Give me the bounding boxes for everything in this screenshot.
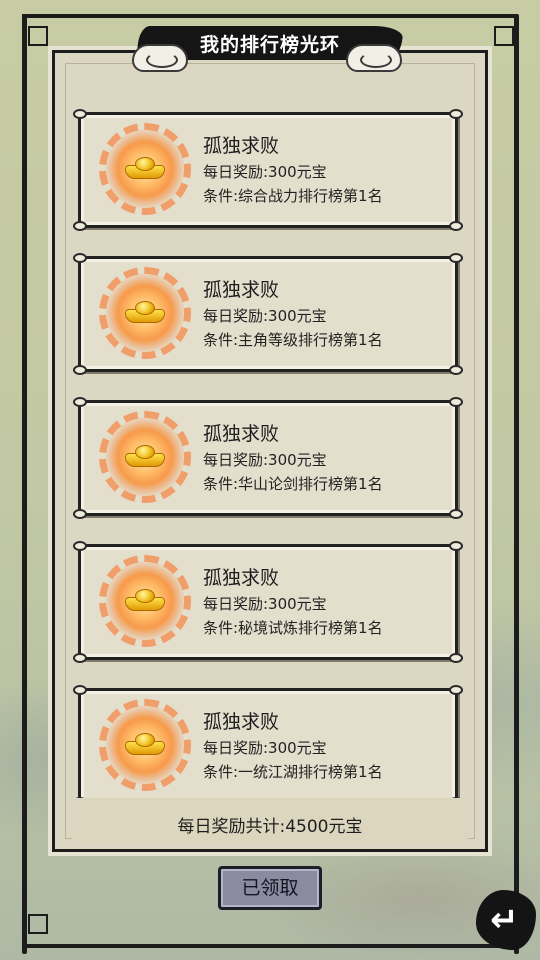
halo-card: 孤独求败 每日奖励:300元宝 条件:综合战力排行榜第1名: [73, 109, 463, 231]
frame-corner: [494, 26, 514, 46]
scroll-ornament: [449, 653, 463, 663]
halo-card: 孤独求败 每日奖励:300元宝 条件:华山论剑排行榜第1名: [73, 397, 463, 519]
halo-condition: 条件:一统江湖排行榜第1名: [203, 763, 383, 781]
halo-name: 孤独求败: [203, 423, 280, 445]
scroll-ornament: [449, 509, 463, 519]
halo-card: 孤独求败 每日奖励:300元宝 条件:秘境试炼排行榜第1名: [73, 541, 463, 663]
scroll-ornament: [73, 365, 87, 375]
daily-reward-summary: 每日奖励共计:4500元宝: [72, 798, 468, 844]
scroll-ornament: [449, 397, 463, 407]
frame-bottom: [22, 944, 518, 948]
halo-condition: 条件:华山论剑排行榜第1名: [203, 475, 383, 493]
gold-ingot-icon: [125, 301, 165, 323]
gold-ingot-icon: [125, 157, 165, 179]
halo-reward: 每日奖励:300元宝: [203, 163, 327, 181]
return-arrow-icon: ↵: [490, 900, 519, 940]
halo-name: 孤独求败: [203, 135, 280, 157]
scroll-ornament: [449, 109, 463, 119]
scroll-ornament: [449, 253, 463, 263]
cloud-ornament-left: [132, 44, 188, 72]
scroll-ornament: [449, 365, 463, 375]
gold-ingot-icon: [125, 733, 165, 755]
halo-reward: 每日奖励:300元宝: [203, 739, 327, 757]
halo-name: 孤独求败: [203, 279, 280, 301]
frame-corner: [28, 914, 48, 934]
halo-list[interactable]: 孤独求败 每日奖励:300元宝 条件:综合战力排行榜第1名 孤独求败 每日奖励:…: [72, 100, 468, 798]
scroll-ornament: [73, 541, 87, 551]
scroll-ornament: [73, 685, 87, 695]
scroll-ornament: [73, 397, 87, 407]
halo-card: 孤独求败 每日奖励:300元宝 条件:一统江湖排行榜第1名: [73, 685, 463, 798]
halo-condition: 条件:秘境试炼排行榜第1名: [203, 619, 383, 637]
claimed-button[interactable]: 已领取: [218, 866, 322, 910]
gold-ingot-icon: [125, 589, 165, 611]
scroll-ornament: [73, 653, 87, 663]
halo-reward: 每日奖励:300元宝: [203, 595, 327, 613]
frame-right: [514, 14, 519, 954]
back-button[interactable]: ↵: [476, 890, 538, 952]
halo-name: 孤独求败: [203, 711, 280, 733]
scroll-ornament: [73, 221, 87, 231]
summary-text: 每日奖励共计:4500元宝: [177, 817, 363, 837]
halo-condition: 条件:主角等级排行榜第1名: [203, 331, 383, 349]
halo-card: 孤独求败 每日奖励:300元宝 条件:主角等级排行榜第1名: [73, 253, 463, 375]
halo-name: 孤独求败: [203, 567, 280, 589]
scroll-ornament: [73, 509, 87, 519]
halo-reward: 每日奖励:300元宝: [203, 451, 327, 469]
frame-top: [22, 14, 518, 18]
frame-left: [22, 14, 27, 954]
scroll-ornament: [449, 221, 463, 231]
halo-reward: 每日奖励:300元宝: [203, 307, 327, 325]
frame-corner: [28, 26, 48, 46]
scroll-ornament: [449, 685, 463, 695]
scroll-ornament: [449, 541, 463, 551]
halo-condition: 条件:综合战力排行榜第1名: [203, 187, 383, 205]
scroll-ornament: [73, 109, 87, 119]
cloud-ornament-right: [346, 44, 402, 72]
scroll-ornament: [73, 253, 87, 263]
gold-ingot-icon: [125, 445, 165, 467]
